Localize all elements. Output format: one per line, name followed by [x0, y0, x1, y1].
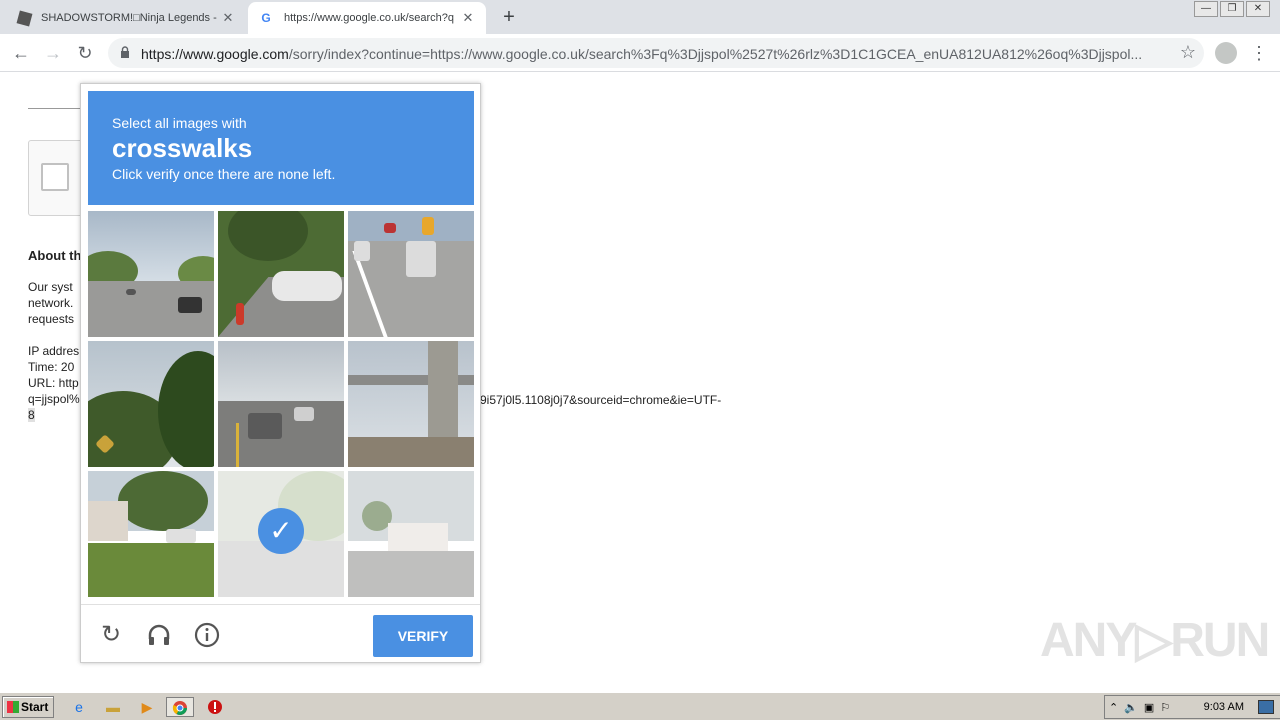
- window-controls: — ❐ ✕: [1194, 1, 1270, 17]
- ie-icon[interactable]: e: [68, 697, 90, 717]
- address-bar[interactable]: https://www.google.com/sorry/index?conti…: [108, 38, 1204, 68]
- url-tail-text: 9i57j0l5.1108j0j7&sourceid=chrome&ie=UTF…: [480, 393, 722, 407]
- profile-avatar[interactable]: [1215, 42, 1237, 64]
- folder-icon[interactable]: ▬: [102, 697, 124, 717]
- tab-title: https://www.google.co.uk/search?q: [284, 12, 454, 24]
- lock-icon: [121, 46, 129, 58]
- close-tab-icon[interactable]: ✕: [220, 10, 236, 26]
- captcha-instruction: Select all images with: [112, 115, 247, 131]
- about-heading: About th: [28, 248, 82, 263]
- windows-logo-icon: [7, 701, 19, 713]
- divider: [28, 108, 88, 109]
- clock: 9:03 AM: [1203, 701, 1244, 713]
- anyrun-watermark: ANY▷RUN: [1040, 614, 1270, 667]
- captcha-image-grid: ✓: [88, 211, 474, 597]
- page-text-line: q=jjspol%: [28, 392, 80, 406]
- tray-expand-icon[interactable]: ⌃: [1109, 701, 1118, 714]
- captcha-tile-highway[interactable]: [88, 211, 214, 337]
- minimize-button[interactable]: —: [1194, 1, 1218, 17]
- forward-arrow-icon[interactable]: →: [42, 42, 64, 64]
- stop-icon[interactable]: [204, 697, 226, 717]
- captcha-tile-highway-trucks[interactable]: [348, 211, 474, 337]
- close-window-button[interactable]: ✕: [1246, 1, 1270, 17]
- tab-google[interactable]: G https://www.google.co.uk/search?q ✕: [248, 2, 486, 34]
- speaker-icon[interactable]: 🔈: [1124, 701, 1138, 714]
- tab-roblox[interactable]: SHADOWSTORM!□Ninja Legends - R ✕: [8, 2, 246, 34]
- maximize-button[interactable]: ❐: [1220, 1, 1244, 17]
- captcha-tile-overpass[interactable]: [348, 341, 474, 467]
- captcha-tile-house-lawn[interactable]: [88, 471, 214, 597]
- captcha-challenge: Select all images with crosswalks Click …: [80, 83, 481, 663]
- new-tab-button[interactable]: +: [498, 6, 520, 28]
- bookmark-star-icon[interactable]: ☆: [1180, 42, 1196, 63]
- page-text-line: 8: [28, 408, 35, 422]
- captcha-tile-parking[interactable]: [218, 211, 344, 337]
- tab-title: SHADOWSTORM!□Ninja Legends - R: [41, 12, 220, 24]
- captcha-target: crosswalks: [112, 133, 253, 163]
- reload-icon[interactable]: ↻: [74, 42, 96, 64]
- page-text-line: IP addres: [28, 344, 80, 358]
- google-icon: G: [261, 11, 271, 25]
- flag-icon[interactable]: ⚐: [1160, 701, 1170, 714]
- headphones-icon[interactable]: [145, 621, 173, 649]
- page-text-line: network.: [28, 296, 74, 310]
- browser-toolbar: ← → ↻ https://www.google.com/sorry/index…: [0, 34, 1280, 72]
- page-text-line: URL: http: [28, 376, 79, 390]
- captcha-header: Select all images with crosswalks Click …: [88, 91, 474, 205]
- selected-check-icon: ✓: [258, 508, 304, 554]
- back-arrow-icon[interactable]: ←: [10, 42, 32, 64]
- captcha-tile-trees[interactable]: [88, 341, 214, 467]
- start-button[interactable]: Start: [2, 696, 54, 718]
- page-text-line: Time: 20: [28, 360, 75, 374]
- info-icon[interactable]: [193, 621, 221, 649]
- kebab-menu-icon[interactable]: ⋮: [1250, 42, 1268, 64]
- taskbar: Start e ▬ ▶ ⌃ 🔈 ▣ ⚐ 9:03 AM: [0, 692, 1280, 720]
- page-text-line: requests: [28, 312, 75, 326]
- show-desktop-icon[interactable]: [1258, 700, 1274, 714]
- network-icon[interactable]: ▣: [1144, 701, 1154, 714]
- chrome-taskbar-icon[interactable]: [166, 697, 194, 717]
- captcha-tile-house-palm[interactable]: [348, 471, 474, 597]
- recaptcha-widget: [28, 140, 88, 216]
- tab-strip: SHADOWSTORM!□Ninja Legends - R ✕ G https…: [0, 0, 1280, 34]
- verify-button[interactable]: VERIFY: [373, 615, 473, 657]
- captcha-tile-intersection[interactable]: [218, 341, 344, 467]
- system-tray: ⌃ 🔈 ▣ ⚐ 9:03 AM: [1104, 695, 1280, 719]
- roblox-icon: [16, 10, 33, 26]
- captcha-hint: Click verify once there are none left.: [112, 166, 336, 182]
- media-player-icon[interactable]: ▶: [136, 697, 158, 717]
- page-text-line: Our syst: [28, 280, 73, 294]
- url-text: https://www.google.com/sorry/index?conti…: [141, 46, 1143, 62]
- close-tab-icon[interactable]: ✕: [460, 10, 476, 26]
- recaptcha-checkbox[interactable]: [41, 163, 69, 191]
- reload-challenge-icon[interactable]: ↻: [97, 621, 125, 649]
- captcha-footer: ↻ VERIFY: [81, 604, 480, 662]
